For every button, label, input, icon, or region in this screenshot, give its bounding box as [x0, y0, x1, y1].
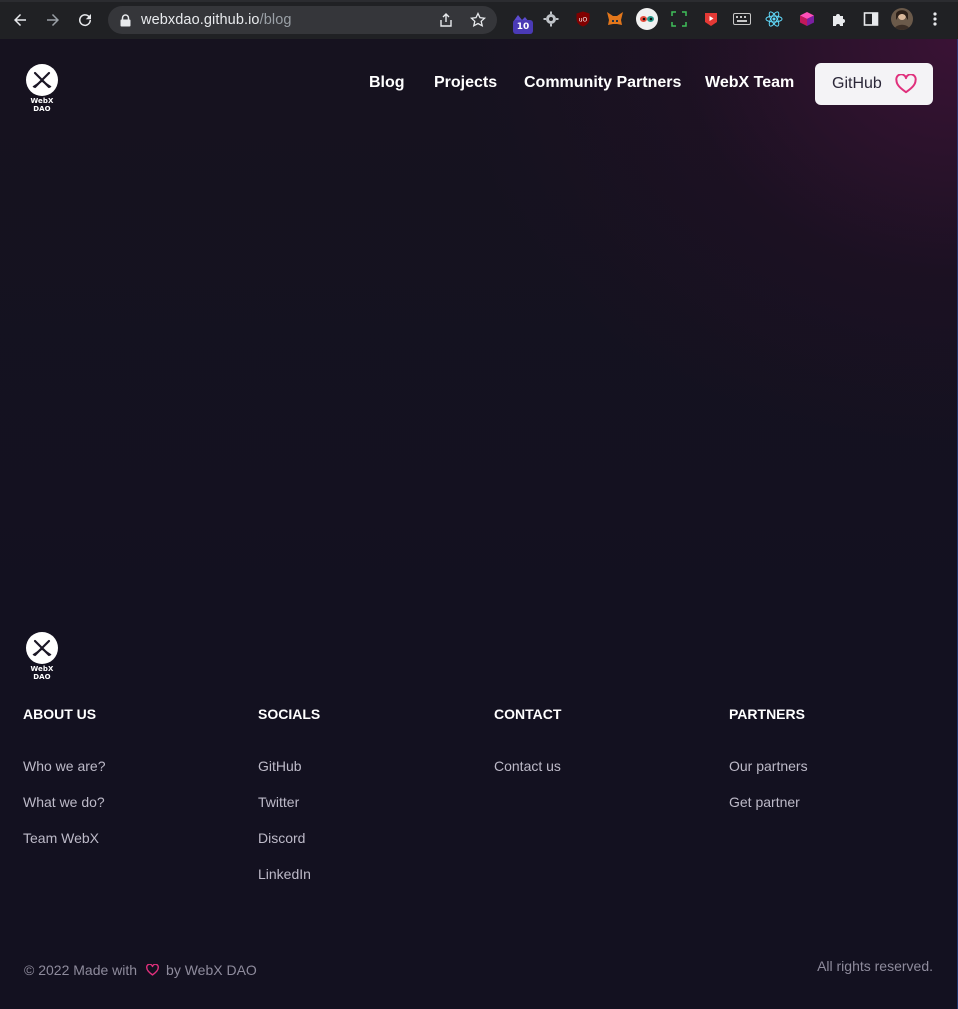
react-icon[interactable]	[764, 9, 784, 29]
svg-text:uO: uO	[579, 17, 588, 24]
ublock-icon[interactable]: uO	[573, 9, 593, 29]
screenshot-icon[interactable]	[669, 9, 689, 29]
copyright: © 2022 Made with by WebX DAO	[24, 962, 257, 978]
address-bar[interactable]: webxdao.github.io/blog	[108, 6, 497, 34]
back-arrow-icon[interactable]	[4, 4, 36, 36]
footer-link-our-partners[interactable]: Our partners	[729, 758, 808, 774]
webx-logo-icon	[26, 64, 58, 96]
footer-heading-socials: SOCIALS	[258, 706, 321, 722]
url-text: webxdao.github.io/blog	[141, 12, 292, 28]
header-logo[interactable]: WebX DAO	[22, 64, 62, 113]
lock-icon	[120, 13, 132, 27]
keyboard-icon[interactable]	[732, 9, 752, 29]
logo-text: WebX DAO	[30, 665, 54, 681]
star-icon[interactable]	[469, 11, 487, 29]
footer-link-discord[interactable]: Discord	[258, 830, 305, 846]
nav-community-partners[interactable]: Community Partners	[524, 74, 681, 92]
footer-link-twitter[interactable]: Twitter	[258, 794, 299, 810]
footer-link-contact-us[interactable]: Contact us	[494, 758, 561, 774]
page-content: WebX DAO Blog Projects Community Partner…	[0, 39, 958, 1009]
footer-link-linkedin[interactable]: LinkedIn	[258, 866, 311, 882]
footer-logo[interactable]: WebX DAO	[22, 632, 62, 681]
rights-text: All rights reserved.	[817, 958, 933, 974]
reload-icon[interactable]	[69, 4, 101, 36]
eyes-icon[interactable]	[636, 8, 658, 30]
puzzle-icon[interactable]	[829, 9, 849, 29]
footer-link-what-we-do[interactable]: What we do?	[23, 794, 105, 810]
tab-strip-edge	[0, 0, 958, 2]
gear-icon[interactable]	[541, 9, 561, 29]
logo-text: WebX DAO	[30, 97, 54, 113]
nav-projects[interactable]: Projects	[434, 74, 497, 92]
heart-icon	[146, 964, 159, 976]
nav-blog[interactable]: Blog	[369, 74, 405, 92]
browser-toolbar: webxdao.github.io/blog 10 uO	[0, 0, 958, 39]
footer-heading-partners: PARTNERS	[729, 706, 805, 722]
footer-heading-contact: CONTACT	[494, 706, 562, 722]
cube-icon[interactable]	[797, 9, 817, 29]
footer-link-who-we-are[interactable]: Who we are?	[23, 758, 105, 774]
share-icon[interactable]	[437, 11, 455, 29]
extension-badge: 10	[513, 20, 533, 34]
heart-icon	[895, 74, 917, 94]
nav-webx-team[interactable]: WebX Team	[705, 74, 794, 92]
github-button-label: GitHub	[832, 75, 882, 92]
youtube-icon[interactable]	[701, 9, 721, 29]
metamask-icon[interactable]	[605, 9, 625, 29]
side-panel-icon[interactable]	[861, 9, 881, 29]
webx-logo-icon	[26, 632, 58, 664]
copyright-suffix: by WebX DAO	[166, 962, 257, 978]
footer-heading-about: ABOUT US	[23, 706, 97, 722]
menu-dots-icon[interactable]	[925, 9, 945, 29]
github-button[interactable]: GitHub	[815, 63, 933, 105]
footer-link-get-partner[interactable]: Get partner	[729, 794, 800, 810]
copyright-prefix: © 2022 Made with	[24, 962, 138, 978]
profile-avatar[interactable]	[891, 8, 913, 30]
forward-arrow-icon[interactable]	[37, 4, 69, 36]
footer-link-github[interactable]: GitHub	[258, 758, 302, 774]
footer-link-team-webx[interactable]: Team WebX	[23, 830, 99, 846]
